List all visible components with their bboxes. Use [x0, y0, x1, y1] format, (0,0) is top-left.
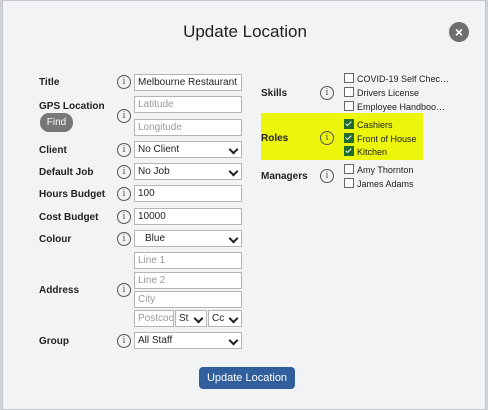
cost-budget-input[interactable]: 10000	[134, 208, 242, 225]
colour-select[interactable]: Blue	[134, 230, 242, 247]
checkbox[interactable]	[344, 164, 354, 174]
gps-info-icon[interactable]: i	[117, 109, 131, 123]
title-label: Title	[39, 77, 60, 88]
group-info-icon[interactable]: i	[117, 334, 131, 348]
skill-item-label: Drivers License	[357, 88, 420, 98]
skills-info-icon[interactable]: i	[320, 86, 334, 100]
roles-info-icon[interactable]: i	[320, 131, 334, 145]
role-item-label: Cashiers	[357, 120, 393, 130]
client-info-icon[interactable]: i	[117, 143, 131, 157]
close-icon[interactable]: ×	[449, 22, 469, 42]
hours-budget-info-icon[interactable]: i	[117, 187, 131, 201]
checkbox-checked[interactable]	[344, 146, 354, 156]
skill-item-label: Employee Handboo…	[357, 102, 446, 112]
dialog-title: Update Location	[183, 22, 307, 41]
find-button[interactable]: Find	[40, 113, 73, 132]
checkbox[interactable]	[344, 73, 354, 83]
manager-item-label: Amy Thornton	[357, 165, 414, 175]
skills-label: Skills	[261, 88, 288, 99]
address-country-select[interactable]: Cc	[208, 310, 242, 327]
group-select[interactable]: All Staff	[134, 332, 242, 349]
hours-budget-input[interactable]: 100	[134, 185, 242, 202]
address-state-select[interactable]: St	[175, 310, 207, 327]
role-item[interactable]: Front of House	[344, 133, 417, 145]
skill-item[interactable]: Drivers License	[344, 87, 419, 99]
address-postcode-input[interactable]: Postcoc	[134, 310, 174, 327]
group-label: Group	[39, 336, 69, 347]
update-location-dialog: Update Location × Title i Melbourne Rest…	[2, 0, 486, 410]
title-input[interactable]: Melbourne Restaurant	[134, 74, 242, 91]
latitude-input[interactable]: Latitude	[134, 96, 242, 113]
manager-item-label: James Adams	[357, 179, 414, 189]
address-label: Address	[39, 285, 80, 296]
address-line1-input[interactable]: Line 1	[134, 252, 242, 269]
checkbox[interactable]	[344, 178, 354, 188]
checkbox[interactable]	[344, 101, 354, 111]
cost-budget-info-icon[interactable]: i	[117, 210, 131, 224]
checkbox[interactable]	[344, 87, 354, 97]
colour-label: Colour	[39, 234, 72, 245]
checkbox-checked[interactable]	[344, 119, 354, 129]
skill-item[interactable]: Employee Handboo…	[344, 101, 445, 113]
role-item[interactable]: Cashiers	[344, 119, 393, 131]
skill-item-label: COVID-19 Self Chec…	[357, 74, 450, 84]
manager-item[interactable]: James Adams	[344, 178, 414, 190]
address-info-icon[interactable]: i	[117, 283, 131, 297]
role-item-label: Kitchen	[357, 147, 388, 157]
colour-info-icon[interactable]: i	[117, 232, 131, 246]
client-select[interactable]: No Client	[134, 141, 242, 158]
manager-item[interactable]: Amy Thornton	[344, 164, 413, 176]
gps-location-label: GPS Location	[39, 101, 105, 112]
checkbox-checked[interactable]	[344, 133, 354, 143]
update-location-button[interactable]: Update Location	[199, 367, 295, 389]
address-city-input[interactable]: City	[134, 291, 242, 308]
default-job-info-icon[interactable]: i	[117, 165, 131, 179]
role-item[interactable]: Kitchen	[344, 146, 387, 158]
client-label: Client	[39, 145, 67, 156]
default-job-label: Default Job	[39, 167, 94, 178]
roles-label: Roles	[261, 133, 289, 144]
hours-budget-label: Hours Budget	[39, 189, 106, 200]
title-info-icon[interactable]: i	[117, 75, 131, 89]
role-item-label: Front of House	[357, 134, 417, 144]
managers-label: Managers	[261, 171, 308, 182]
address-line2-input[interactable]: Line 2	[134, 272, 242, 289]
default-job-select[interactable]: No Job	[134, 163, 242, 180]
managers-info-icon[interactable]: i	[320, 169, 334, 183]
cost-budget-label: Cost Budget	[39, 212, 99, 223]
skill-item[interactable]: COVID-19 Self Chec…	[344, 73, 449, 85]
longitude-input[interactable]: Longitude	[134, 119, 242, 136]
